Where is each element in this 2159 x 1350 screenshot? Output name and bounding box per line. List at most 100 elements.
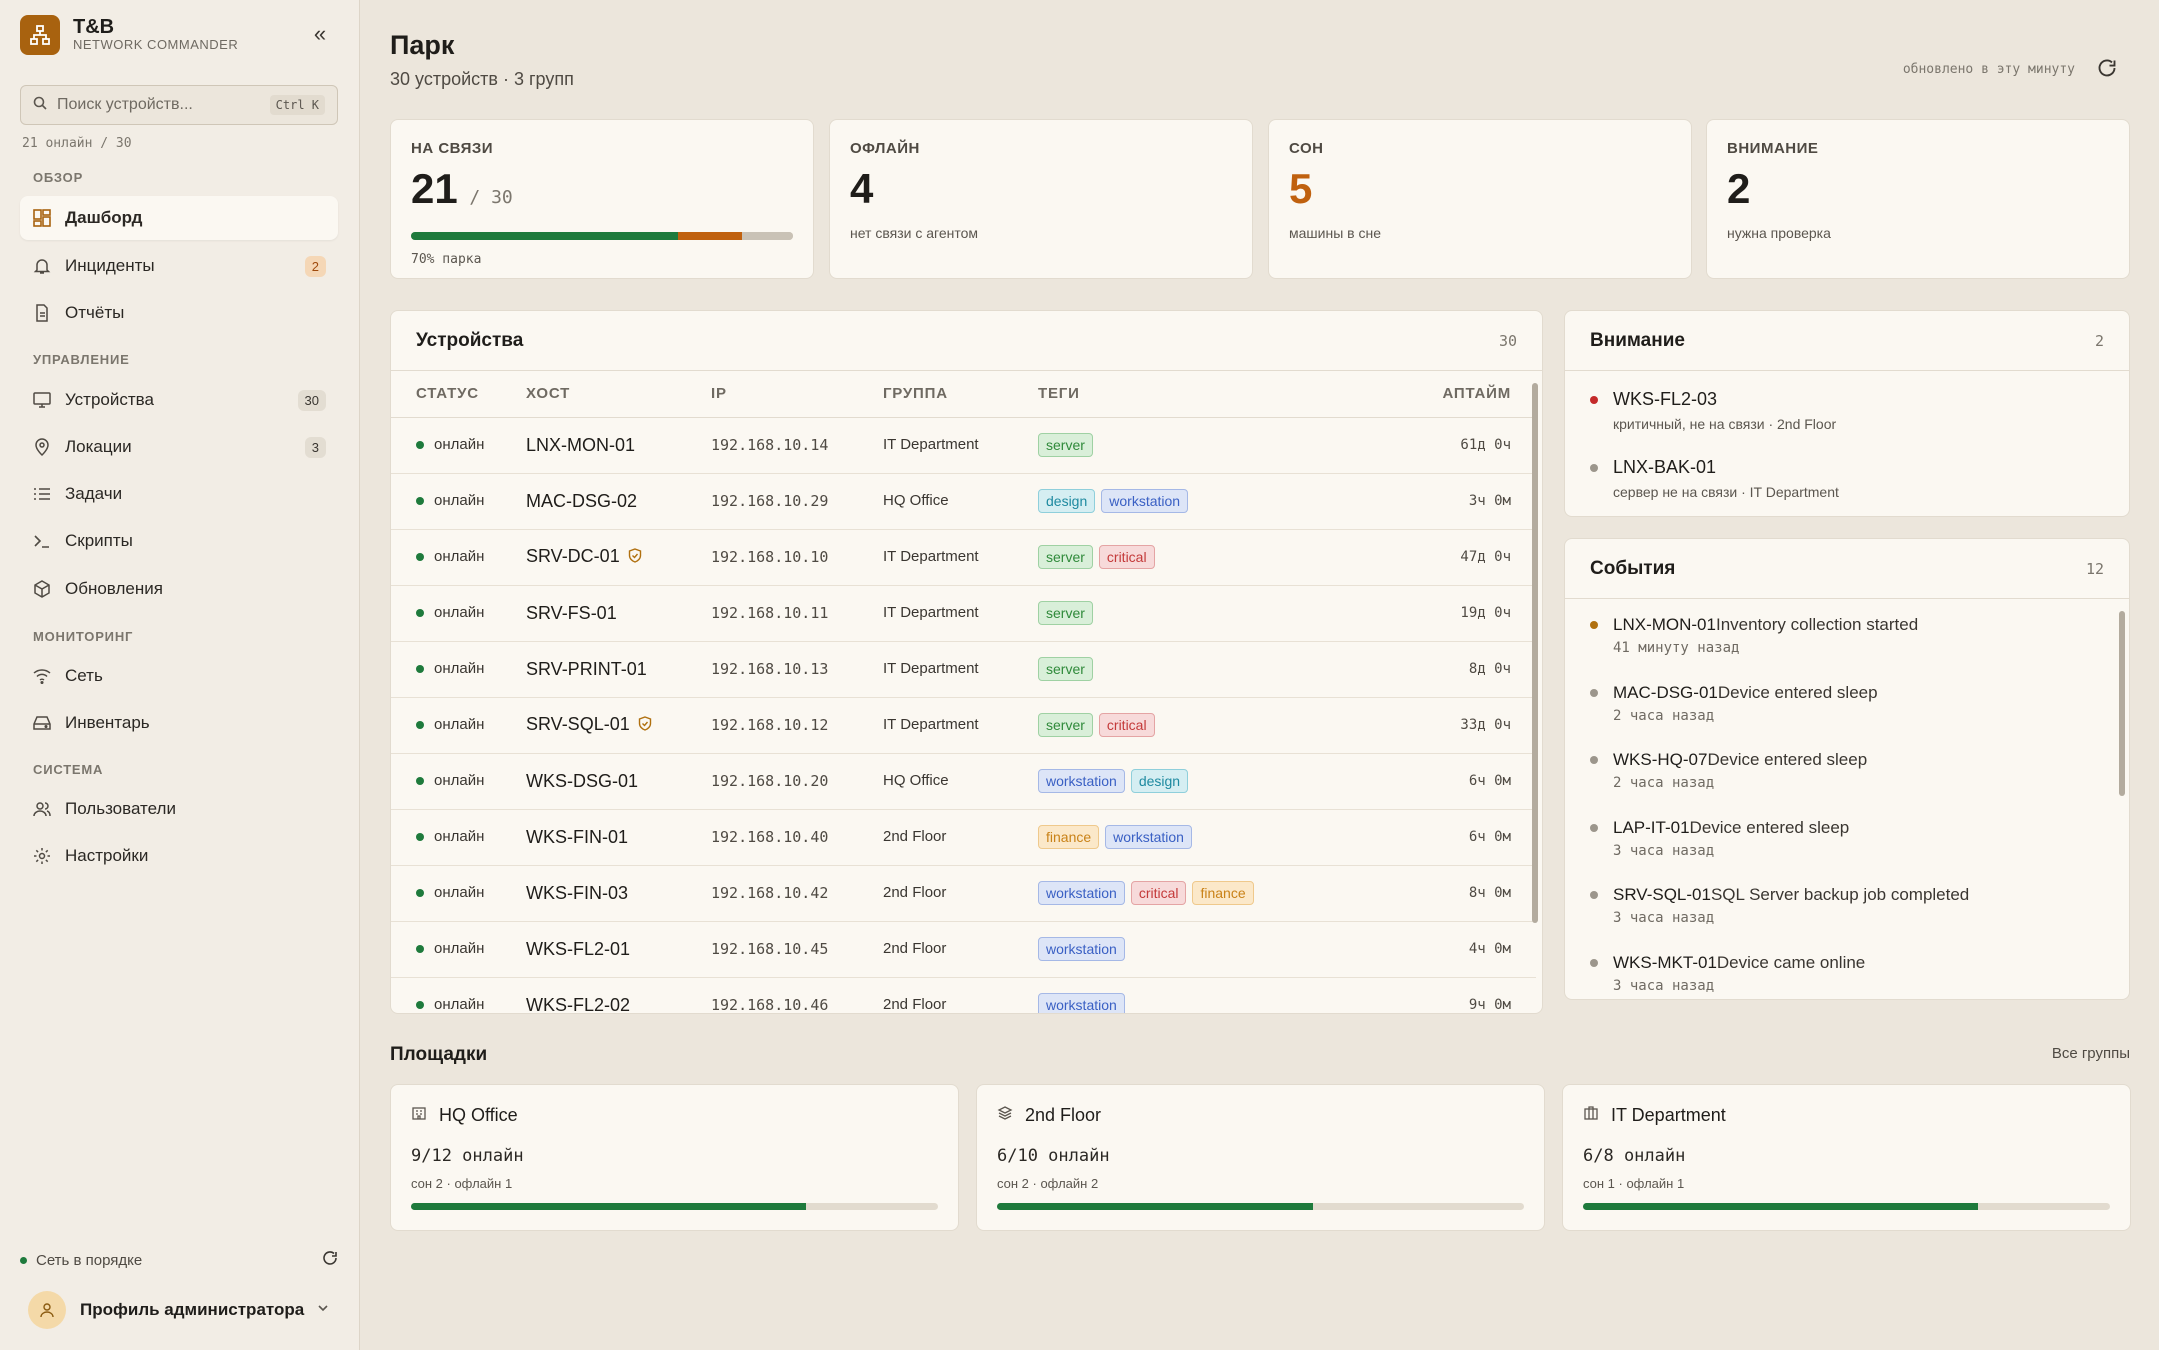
all-groups-link[interactable]: Все группы	[2052, 1045, 2130, 1062]
refresh-icon[interactable]	[322, 1250, 338, 1270]
event-item[interactable]: WKS-HQ-07 Device entered sleep 2 часа наз…	[1590, 750, 2110, 791]
refresh-icon[interactable]	[2097, 58, 2119, 80]
tag-critical[interactable]: critical	[1098, 713, 1155, 737]
host-link[interactable]: WKS-FIN-03	[526, 883, 628, 903]
tag-critical[interactable]: critical	[1098, 545, 1155, 569]
table-row[interactable]: онлайн WKS-FL2-02 192.168.10.46 2nd Floo…	[391, 977, 1536, 1014]
tag-server[interactable]: server	[1038, 433, 1093, 457]
sidebar-item-reports[interactable]: Отчёты	[20, 291, 338, 335]
sidebar-item-incidents[interactable]: Инциденты 2	[20, 244, 338, 288]
uptime: 19д 0ч	[1408, 585, 1536, 642]
tag-server[interactable]: server	[1038, 601, 1093, 625]
status-dot	[1590, 395, 1598, 404]
ip-address: 192.168.10.12	[711, 715, 829, 734]
column-header[interactable]: ХОСТ	[526, 371, 711, 418]
collapse-sidebar-icon[interactable]: «	[306, 20, 334, 48]
sidebar-item-locations[interactable]: Локации 3	[20, 425, 338, 469]
sidebar-item-label: Инциденты	[65, 256, 155, 275]
attention-item[interactable]: WKS-FL2-03 критичный, не на связи · 2nd …	[1590, 389, 2110, 432]
uptime: 61д 0ч	[1408, 417, 1536, 474]
event-item[interactable]: SRV-SQL-01 SQL Server backup job complete…	[1590, 885, 2110, 926]
host-link[interactable]: SRV-FS-01	[526, 603, 617, 623]
ip-address: 192.168.10.45	[711, 939, 829, 958]
table-row[interactable]: онлайн SRV-SQL-01 192.168.10.12 IT Depar…	[391, 697, 1536, 754]
host-link[interactable]: WKS-DSG-01	[526, 771, 638, 791]
status-text: онлайн	[434, 996, 485, 1013]
site-card[interactable]: 2nd Floor 6/10 онлайн сон 2 · офлайн 2	[976, 1084, 1545, 1231]
wifi-icon	[32, 666, 52, 686]
column-header[interactable]: ТЕГИ	[1038, 371, 1408, 418]
table-row[interactable]: онлайн WKS-DSG-01 192.168.10.20 HQ Offic…	[391, 753, 1536, 810]
tag-workstation[interactable]: workstation	[1038, 881, 1125, 905]
tag-finance[interactable]: finance	[1192, 881, 1254, 905]
tag-workstation[interactable]: workstation	[1105, 825, 1192, 849]
tag-server[interactable]: server	[1038, 657, 1093, 681]
search-input[interactable]: Поиск устройств... Ctrl K	[20, 85, 338, 125]
column-header[interactable]: СТАТУС	[391, 371, 526, 418]
brand[interactable]: T&B NETWORK COMMANDER	[20, 15, 238, 55]
tag-workstation[interactable]: workstation	[1038, 993, 1125, 1013]
tag-workstation[interactable]: workstation	[1101, 489, 1189, 513]
tag-server[interactable]: server	[1038, 545, 1093, 569]
host-link[interactable]: WKS-FL2-01	[526, 939, 630, 959]
event-item[interactable]: LAP-IT-01 Device entered sleep 3 часа наз…	[1590, 818, 2110, 859]
host-link[interactable]: LNX-MON-01	[526, 435, 635, 455]
events-card: События 12 LNX-MON-01 Inventory collectio…	[1564, 538, 2130, 1000]
sidebar-item-network[interactable]: Сеть	[20, 654, 338, 698]
events-scrollbar[interactable]	[2119, 611, 2125, 796]
site-card[interactable]: IT Department 6/8 онлайн сон 1 · офлайн …	[1562, 1084, 2131, 1231]
sidebar-item-inventory[interactable]: Инвентарь	[20, 701, 338, 745]
sidebar-item-tasks[interactable]: Задачи	[20, 472, 338, 516]
sidebar-item-label: Задачи	[65, 484, 123, 503]
stat-note: машины в сне	[1289, 225, 1381, 241]
column-header[interactable]: ГРУППА	[883, 371, 1038, 418]
terminal-icon	[32, 531, 52, 551]
table-row[interactable]: онлайн WKS-FIN-03 192.168.10.42 2nd Floo…	[391, 865, 1536, 922]
sidebar-item-dashboard[interactable]: Дашборд	[20, 196, 338, 240]
host-link[interactable]: WKS-FL2-02	[526, 995, 630, 1014]
devices-scrollbar[interactable]	[1532, 383, 1538, 923]
office-icon	[1583, 1105, 1599, 1126]
event-item[interactable]: LNX-MON-01 Inventory collection started 4…	[1590, 615, 2110, 656]
event-message: Device entered sleep	[1707, 750, 1868, 769]
status-dot	[1590, 823, 1598, 832]
host-link[interactable]: SRV-SQL-01	[526, 714, 630, 734]
profile-menu[interactable]: Профиль администратора	[20, 1289, 338, 1331]
host-link[interactable]: WKS-FIN-01	[526, 827, 628, 847]
table-row[interactable]: онлайн MAC-DSG-02 192.168.10.29 HQ Offic…	[391, 473, 1536, 530]
status-text: онлайн	[434, 772, 485, 789]
table-row[interactable]: онлайн SRV-DC-01 192.168.10.10 IT Depart…	[391, 529, 1536, 586]
host-link[interactable]: MAC-DSG-02	[526, 491, 637, 511]
event-item[interactable]: MAC-DSG-01 Device entered sleep 2 часа на…	[1590, 683, 2110, 724]
sites-title: Площадки	[390, 1044, 488, 1065]
sidebar-item-devices[interactable]: Устройства 30	[20, 378, 338, 422]
sidebar-item-label: Настройки	[65, 846, 149, 865]
group-name: 2nd Floor	[883, 940, 947, 957]
tag-critical[interactable]: critical	[1130, 881, 1187, 905]
tag-design[interactable]: design	[1130, 769, 1189, 793]
tag-workstation[interactable]: workstation	[1038, 769, 1125, 793]
attention-title: Внимание	[1590, 329, 1685, 351]
status-dot	[1590, 463, 1598, 472]
sidebar-item-scripts[interactable]: Скрипты	[20, 519, 338, 563]
tag-finance[interactable]: finance	[1038, 825, 1100, 849]
table-row[interactable]: онлайн SRV-FS-01 192.168.10.11 IT Depart…	[391, 585, 1536, 642]
sidebar-item-settings[interactable]: Настройки	[20, 834, 338, 878]
table-row[interactable]: онлайн WKS-FIN-01 192.168.10.40 2nd Floo…	[391, 809, 1536, 866]
event-item[interactable]: WKS-MKT-01 Device came online 3 часа наза…	[1590, 953, 2110, 994]
section-management: УПРАВЛЕНИЕ	[33, 352, 130, 367]
host-link[interactable]: SRV-PRINT-01	[526, 659, 647, 679]
site-card[interactable]: HQ Office 9/12 онлайн сон 2 · офлайн 1	[390, 1084, 959, 1231]
tag-workstation[interactable]: workstation	[1038, 937, 1125, 961]
column-header[interactable]: IP	[711, 371, 883, 418]
table-row[interactable]: онлайн LNX-MON-01 192.168.10.14 IT Depar…	[391, 417, 1536, 474]
table-row[interactable]: онлайн SRV-PRINT-01 192.168.10.13 IT Dep…	[391, 641, 1536, 698]
sidebar-item-updates[interactable]: Обновления	[20, 567, 338, 611]
tag-design[interactable]: design	[1038, 489, 1096, 513]
host-link[interactable]: SRV-DC-01	[526, 546, 620, 566]
column-header[interactable]: АПТАЙМ	[1408, 371, 1536, 418]
sidebar-item-users[interactable]: Пользователи	[20, 787, 338, 831]
tag-server[interactable]: server	[1038, 713, 1093, 737]
table-row[interactable]: онлайн WKS-FL2-01 192.168.10.45 2nd Floo…	[391, 921, 1536, 978]
attention-item[interactable]: LNX-BAK-01 сервер не на связи · IT Depar…	[1590, 457, 2110, 500]
